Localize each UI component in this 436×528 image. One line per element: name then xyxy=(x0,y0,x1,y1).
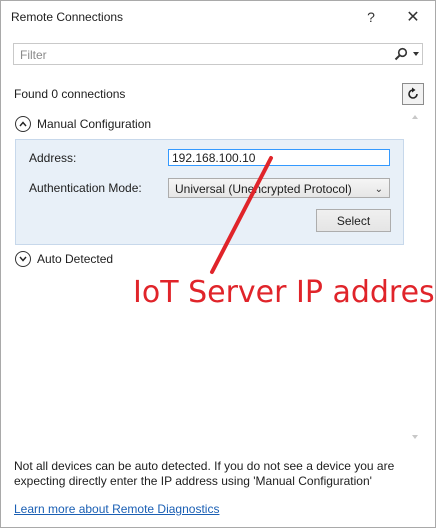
authentication-mode-select[interactable]: Universal (Unencrypted Protocol) ⌄ xyxy=(168,178,390,198)
auto-detected-label: Auto Detected xyxy=(37,252,114,266)
address-input[interactable] xyxy=(172,150,382,165)
manual-configuration-label: Manual Configuration xyxy=(37,117,152,131)
filter-box[interactable] xyxy=(13,43,423,65)
auto-detect-note: Not all devices can be auto detected. If… xyxy=(14,459,395,488)
auto-detected-header[interactable]: Auto Detected xyxy=(15,249,113,269)
filter-input[interactable] xyxy=(18,46,392,64)
select-button[interactable]: Select xyxy=(316,209,391,232)
search-options-dropdown-icon[interactable] xyxy=(413,52,419,56)
search-icon[interactable] xyxy=(394,47,408,61)
remote-connections-dialog: Remote Connections ? ✕ Found 0 connectio… xyxy=(0,0,436,528)
close-button[interactable]: ✕ xyxy=(400,6,426,28)
chevron-down-icon xyxy=(15,251,31,267)
title-bar: Remote Connections ? ✕ xyxy=(1,1,435,33)
authentication-mode-value: Universal (Unencrypted Protocol) xyxy=(175,182,352,196)
learn-more-link[interactable]: Learn more about Remote Diagnostics xyxy=(14,502,219,516)
address-label: Address: xyxy=(29,151,77,165)
annotation-label: IoT Server IP address xyxy=(133,275,436,310)
refresh-button[interactable] xyxy=(402,83,424,105)
address-field[interactable] xyxy=(168,149,390,166)
chevron-down-icon: ⌄ xyxy=(374,184,383,195)
refresh-icon xyxy=(408,87,418,99)
found-connections-text: Found 0 connections xyxy=(14,87,126,101)
manual-configuration-header[interactable]: Manual Configuration xyxy=(15,114,151,134)
scroll-up-icon[interactable] xyxy=(412,115,418,119)
window-title: Remote Connections xyxy=(11,10,124,24)
scroll-down-icon[interactable] xyxy=(412,435,418,439)
authentication-mode-label: Authentication Mode: xyxy=(29,181,142,195)
help-button[interactable]: ? xyxy=(358,6,384,28)
chevron-up-icon xyxy=(15,116,31,132)
